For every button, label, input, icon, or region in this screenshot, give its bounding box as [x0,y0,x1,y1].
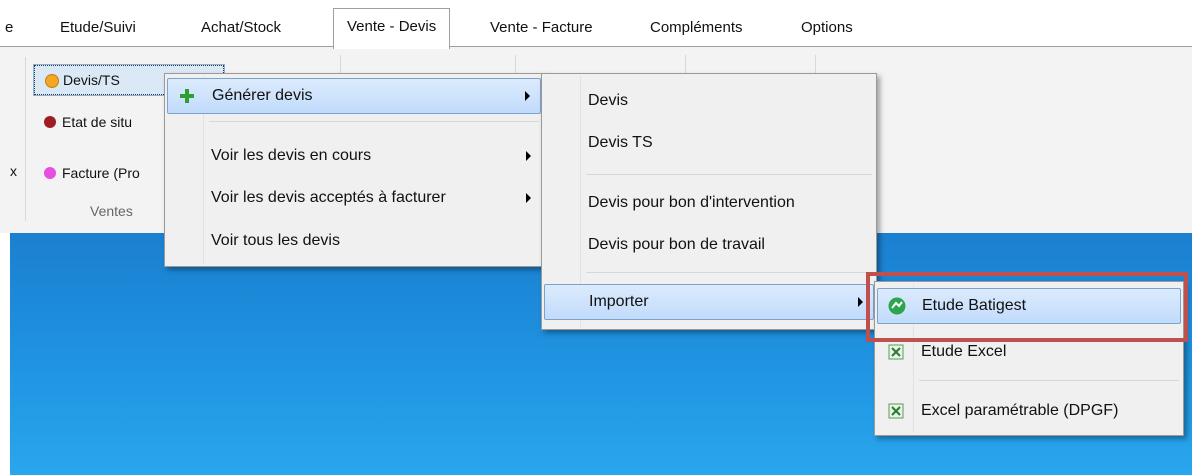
tab-vente-facture[interactable]: Vente - Facture [477,10,606,46]
orange-dot-icon [45,74,59,88]
menu-item-voir-tous-devis[interactable]: Voir tous les devis [167,224,541,258]
menu-item-devis-bon-travail[interactable]: Devis pour bon de travail [544,228,874,262]
tab-achat-stock[interactable]: Achat/Stock [188,10,294,46]
excel-icon [888,403,904,419]
menu-separator [586,272,872,273]
tab-label: e [5,19,14,36]
tab-vente-devis[interactable]: Vente - Devis [333,8,451,49]
menu-item-generer-devis[interactable]: Générer devis [167,78,541,114]
menu-item-label: Devis pour bon de travail [588,236,765,253]
menu-item-label: Voir tous les devis [211,232,340,249]
button-label: Facture (Pro [62,165,140,181]
submenu-arrow-icon [525,91,530,101]
submenu-arrow-icon [526,151,531,161]
red-dot-icon [44,116,56,128]
menu-item-voir-devis-acceptes[interactable]: Voir les devis acceptés à facturer [167,181,541,215]
menu-item-label: Importer [589,293,649,310]
menu-item-importer[interactable]: Importer [544,284,874,320]
tab-label: Compléments [650,19,743,36]
button-label: Devis/TS [63,72,120,88]
menu-separator [586,174,872,175]
tab-label: Vente - Devis [347,18,437,35]
menu-item-label: Etude Excel [921,343,1007,360]
ribbon-tab-bar: e Etude/Suivi Achat/Stock Vente - Devis … [0,0,1192,49]
tab-label: Vente - Facture [490,19,593,36]
tab-label: Options [801,19,853,36]
submenu-arrow-icon [526,193,531,203]
menu-item-devis-bon-intervention[interactable]: Devis pour bon d'intervention [544,186,874,220]
menu-separator [919,380,1179,381]
highlight-box [866,272,1188,342]
menu-item-label: Voir les devis acceptés à facturer [211,189,446,206]
excel-icon [888,344,904,360]
menu-item-label: Devis TS [588,134,653,151]
tab-options[interactable]: Options [788,10,866,46]
menu-item-label: Générer devis [212,87,313,104]
menu-item-voir-devis-en-cours[interactable]: Voir les devis en cours [167,139,541,173]
menu-item-label: Devis [588,92,629,109]
menu-item-excel-parametrable[interactable]: Excel paramétrable (DPGF) [877,394,1181,428]
menu-item-devis-ts[interactable]: Devis TS [544,126,874,160]
tab-partial[interactable]: e [0,10,26,46]
ribbon-group-label: Ventes [90,203,133,219]
ribbon-divider [25,57,26,221]
submenu-arrow-icon [858,297,863,307]
tab-label: Etude/Suivi [60,19,136,36]
generer-devis-submenu: Devis Devis TS Devis pour bon d'interven… [541,73,877,330]
menu-separator [209,121,539,122]
tab-complements[interactable]: Compléments [637,10,756,46]
button-label: Etat de situ [62,114,133,130]
plus-icon [180,89,194,103]
tab-etude-suivi[interactable]: Etude/Suivi [47,10,149,46]
menu-item-devis[interactable]: Devis [544,84,874,118]
menu-item-label: Devis pour bon d'intervention [588,194,795,211]
tab-label: Achat/Stock [201,19,282,36]
menu-item-label: Voir les devis en cours [211,147,372,164]
ribbon-edge-label: x [10,163,17,179]
devis-dropdown-menu: Générer devis Voir les devis en cours Vo… [164,73,544,267]
pink-dot-icon [44,167,56,179]
menu-item-label: Excel paramétrable (DPGF) [921,402,1119,419]
